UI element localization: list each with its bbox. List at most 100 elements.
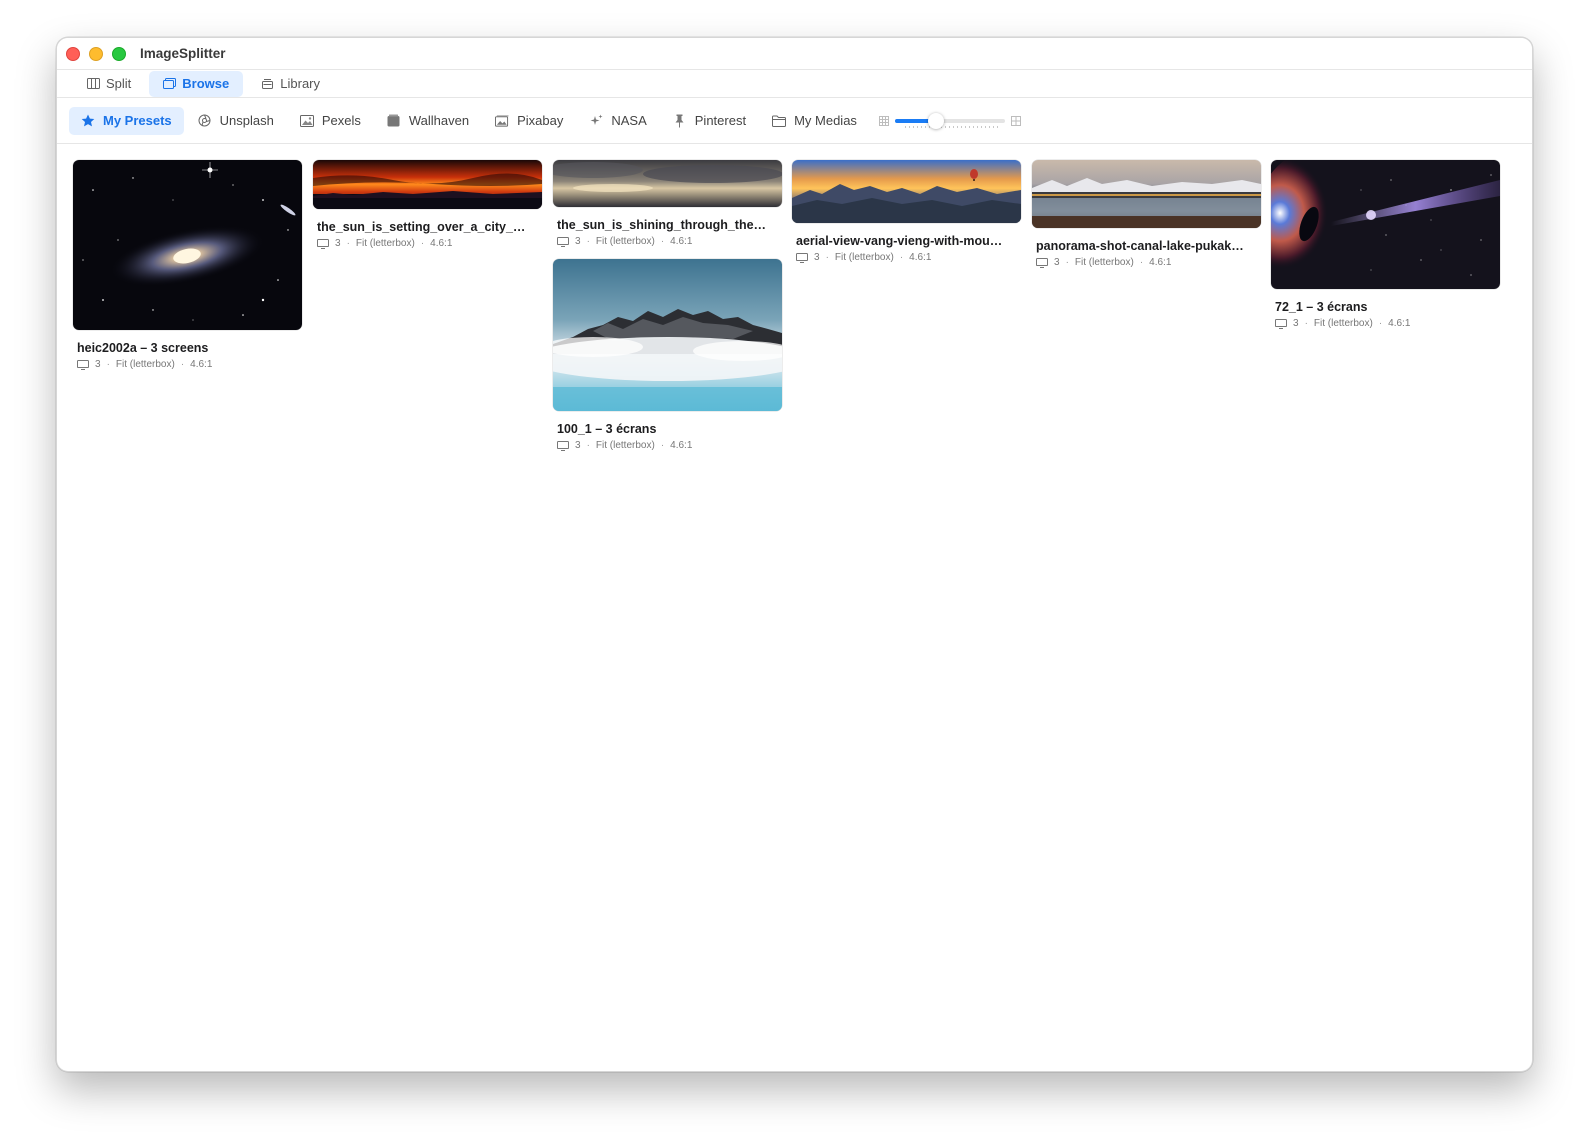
preset-card[interactable]: the_sun_is_shining_through_the… 3 · Fit … bbox=[553, 160, 782, 247]
source-label: Pixabay bbox=[517, 113, 564, 128]
fit-mode: Fit (letterbox) bbox=[355, 238, 415, 249]
lake-panorama-image bbox=[1032, 160, 1261, 228]
source-label: My Presets bbox=[103, 113, 172, 128]
sunset-city-image bbox=[313, 160, 542, 209]
separator: · bbox=[1065, 257, 1069, 268]
source-unsplash[interactable]: Unsplash bbox=[186, 107, 286, 135]
preset-title: aerial-view-vang-vieng-with-mou… bbox=[796, 234, 1003, 248]
sparkle-icon bbox=[589, 114, 603, 127]
fit-mode: Fit (letterbox) bbox=[115, 359, 175, 370]
app-title: ImageSplitter bbox=[140, 46, 226, 61]
source-label: My Medias bbox=[794, 113, 857, 128]
monitor-icon bbox=[317, 238, 329, 249]
close-button[interactable] bbox=[66, 47, 80, 61]
screen-count: 3 bbox=[814, 252, 820, 263]
preset-card[interactable]: panorama-shot-canal-lake-pukak… 3 · Fit … bbox=[1032, 160, 1261, 268]
preset-meta: 3 · Fit (letterbox) · 4.6:1 bbox=[792, 252, 1021, 263]
separator: · bbox=[825, 252, 829, 263]
preset-card[interactable]: aerial-view-vang-vieng-with-mou… 3 · Fit… bbox=[792, 160, 1021, 263]
monitor-icon bbox=[557, 236, 569, 247]
preset-card[interactable]: 72_1 – 3 écrans 3 · Fit (letterbox) · 4.… bbox=[1271, 160, 1500, 329]
preset-title: panorama-shot-canal-lake-pukak… bbox=[1036, 239, 1244, 253]
source-pinterest[interactable]: Pinterest bbox=[661, 107, 758, 135]
preset-meta: 3 · Fit (letterbox) · 4.6:1 bbox=[313, 238, 542, 249]
library-icon bbox=[262, 79, 274, 89]
preset-card[interactable]: 100_1 – 3 écrans 3 · Fit (letterbox) · 4… bbox=[553, 259, 782, 451]
photos-icon bbox=[495, 114, 509, 127]
browse-icon bbox=[163, 78, 177, 89]
separator: · bbox=[1378, 318, 1383, 329]
presets-grid: heic2002a – 3 screens 3 · Fit (letterbox… bbox=[57, 144, 1532, 1071]
source-label: Wallhaven bbox=[408, 113, 470, 128]
source-pexels[interactable]: Pexels bbox=[288, 107, 373, 135]
preset-meta: 3 · Fit (letterbox) · 4.6:1 bbox=[553, 236, 782, 247]
fit-mode: Fit (letterbox) bbox=[1074, 257, 1134, 268]
tab-split[interactable]: Split bbox=[73, 71, 145, 97]
preset-card[interactable]: heic2002a – 3 screens 3 · Fit (letterbox… bbox=[73, 160, 302, 370]
preset-meta: 3 · Fit (letterbox) · 4.6:1 bbox=[553, 440, 782, 451]
grid-column: panorama-shot-canal-lake-pukak… 3 · Fit … bbox=[1032, 160, 1261, 280]
separator: · bbox=[106, 359, 110, 370]
fit-mode: Fit (letterbox) bbox=[834, 252, 894, 263]
source-label: Pexels bbox=[321, 113, 361, 128]
separator: · bbox=[899, 252, 904, 263]
monitor-icon bbox=[1036, 257, 1048, 268]
screen-count: 3 bbox=[575, 440, 581, 451]
screen-count: 3 bbox=[1293, 318, 1299, 329]
aspect-ratio: 4.6:1 bbox=[1149, 257, 1172, 268]
grid-column: 72_1 – 3 écrans 3 · Fit (letterbox) · 4.… bbox=[1271, 160, 1500, 341]
aspect-ratio: 4.6:1 bbox=[670, 440, 693, 451]
thumbnail-size-slider[interactable] bbox=[894, 111, 1005, 131]
separator: · bbox=[180, 359, 185, 370]
preset-title: the_sun_is_setting_over_a_city_… bbox=[317, 220, 526, 234]
tab-library[interactable]: Library bbox=[247, 71, 334, 97]
tab-label: Split bbox=[106, 76, 132, 91]
monitor-icon bbox=[1275, 318, 1287, 329]
minimize-button[interactable] bbox=[89, 47, 103, 61]
grid-column: heic2002a – 3 screens 3 · Fit (letterbox… bbox=[73, 160, 302, 382]
separator: · bbox=[660, 236, 665, 247]
source-toolbar: My Presets Unsplash Pexels Wallhaven Pix… bbox=[57, 98, 1532, 144]
zoom-button[interactable] bbox=[112, 47, 126, 61]
grid-column: the_sun_is_shining_through_the… 3 · Fit … bbox=[553, 160, 782, 463]
slider-knob[interactable] bbox=[927, 112, 944, 129]
screen-count: 3 bbox=[95, 359, 101, 370]
grid-column: the_sun_is_setting_over_a_city_… 3 · Fit… bbox=[313, 160, 542, 261]
source-label: Unsplash bbox=[219, 113, 274, 128]
source-wallhaven[interactable]: Wallhaven bbox=[375, 107, 481, 135]
source-nasa[interactable]: NASA bbox=[577, 107, 658, 135]
separator: · bbox=[660, 440, 665, 451]
monitor-icon bbox=[557, 440, 569, 451]
folder-icon bbox=[772, 114, 787, 127]
thumbnail-size-control bbox=[878, 111, 1021, 131]
preset-title: 72_1 – 3 écrans bbox=[1275, 300, 1368, 314]
rocks-mist-image bbox=[553, 259, 782, 411]
screen-count: 3 bbox=[575, 236, 581, 247]
grid-column: aerial-view-vang-vieng-with-mou… 3 · Fit… bbox=[792, 160, 1021, 275]
source-my-presets[interactable]: My Presets bbox=[69, 106, 184, 135]
pin-icon bbox=[673, 114, 687, 127]
preset-meta: 3 · Fit (letterbox) · 4.6:1 bbox=[1032, 257, 1261, 268]
title-bar: ImageSplitter bbox=[57, 38, 1532, 70]
source-my-medias[interactable]: My Medias bbox=[760, 107, 869, 135]
preset-card[interactable]: the_sun_is_setting_over_a_city_… 3 · Fit… bbox=[313, 160, 542, 249]
photo-icon bbox=[299, 114, 314, 127]
black-hole-image bbox=[1271, 160, 1500, 289]
separator: · bbox=[586, 236, 590, 247]
fit-mode: Fit (letterbox) bbox=[1313, 318, 1373, 329]
app-window: ImageSplitter Split Browse Library My Pr… bbox=[56, 37, 1533, 1072]
star-icon bbox=[81, 114, 95, 127]
grid-small-icon bbox=[878, 115, 889, 126]
archive-icon bbox=[387, 114, 401, 127]
preset-title: 100_1 – 3 écrans bbox=[557, 422, 657, 436]
monitor-icon bbox=[77, 359, 89, 370]
screen-count: 3 bbox=[335, 238, 341, 249]
separator: · bbox=[346, 238, 350, 249]
aspect-ratio: 4.6:1 bbox=[909, 252, 932, 263]
tab-browse[interactable]: Browse bbox=[149, 70, 244, 97]
preset-meta: 3 · Fit (letterbox) · 4.6:1 bbox=[73, 359, 302, 370]
preset-title: the_sun_is_shining_through_the… bbox=[557, 218, 767, 232]
source-pixabay[interactable]: Pixabay bbox=[483, 107, 575, 135]
separator: · bbox=[586, 440, 590, 451]
aspect-ratio: 4.6:1 bbox=[1388, 318, 1411, 329]
